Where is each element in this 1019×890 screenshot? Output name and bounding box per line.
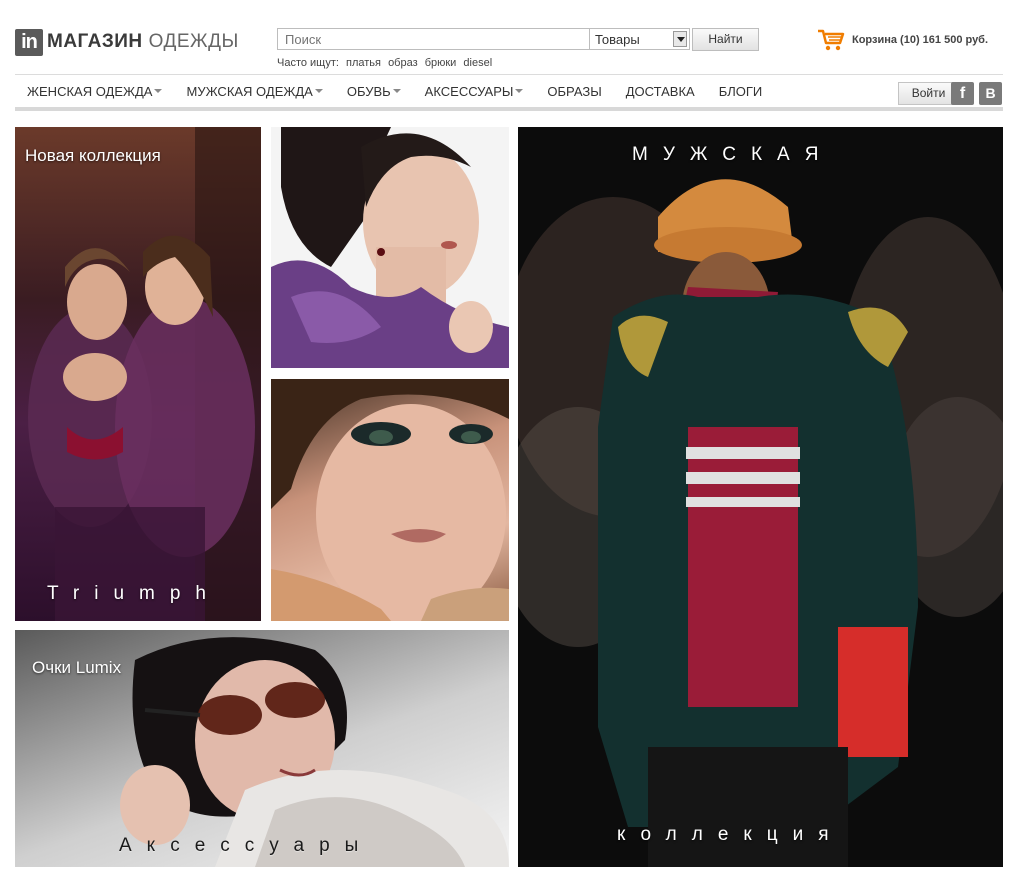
logo-word-clothes: ОДЕЖДЫ	[148, 31, 239, 52]
caret-down-icon	[392, 89, 401, 93]
popular-term[interactable]: diesel	[463, 57, 492, 69]
nav-item-men[interactable]: МУЖСКАЯ ОДЕЖДА	[186, 83, 323, 99]
promo-tile-makeup[interactable]	[271, 379, 509, 621]
popular-term[interactable]: образ	[388, 57, 418, 69]
cart-link[interactable]: Корзина (10) 161 500 руб.	[817, 28, 988, 52]
chevron-down-icon[interactable]	[673, 31, 687, 47]
popular-term[interactable]: брюки	[425, 57, 457, 69]
search-category-value: Товары	[595, 32, 640, 47]
promo-tile-glasses[interactable]: Очки Lumix Аксессуары	[15, 630, 509, 867]
site-logo[interactable]: in МАГАЗИН ОДЕЖДЫ	[15, 28, 239, 56]
search-category-select[interactable]: Товары	[590, 28, 690, 50]
nav-item-label: ЖЕНСКАЯ ОДЕЖДА	[27, 83, 153, 99]
tile-caption: Аксессуары	[119, 835, 374, 856]
shopping-cart-icon	[817, 28, 845, 52]
promo-tile-purple-scarf[interactable]	[271, 127, 509, 368]
tile-title: МУЖСКАЯ	[632, 144, 834, 165]
caret-down-icon	[154, 89, 163, 93]
tile-title: Новая коллекция	[25, 146, 161, 165]
tile-caption: коллекция	[617, 824, 844, 845]
caret-down-icon	[515, 89, 524, 93]
nav-item-delivery[interactable]: ДОСТАВКА	[626, 84, 695, 99]
woman-makeup-image	[271, 379, 509, 621]
nav-item-looks[interactable]: ОБРАЗЫ	[547, 84, 601, 99]
popular-searches: Часто ищут: платья образ брюки diesel	[277, 57, 496, 69]
nav-item-women[interactable]: ЖЕНСКАЯ ОДЕЖДА	[27, 83, 163, 99]
male-model-runway-image	[518, 127, 1003, 867]
nav-item-shoes[interactable]: ОБУВЬ	[347, 84, 401, 99]
popular-term[interactable]: платья	[346, 57, 381, 69]
search-button[interactable]: Найти	[692, 28, 759, 51]
facebook-icon[interactable]: f	[951, 82, 974, 105]
nav-item-label: ДОСТАВКА	[625, 83, 695, 99]
vkontakte-icon[interactable]: B	[979, 82, 1002, 105]
nav-item-label: АКСЕССУАРЫ	[424, 83, 514, 99]
nav-item-accessories[interactable]: АКСЕССУАРЫ	[425, 84, 524, 99]
main-nav: ЖЕНСКАЯ ОДЕЖДА МУЖСКАЯ ОДЕЖДА ОБУВЬ АКСЕ…	[15, 74, 1003, 111]
promo-tile-mens-collection[interactable]: МУЖСКАЯ коллекция	[518, 127, 1003, 867]
nav-item-label: МУЖСКАЯ ОДЕЖДА	[186, 83, 313, 99]
nav-item-label: БЛОГИ	[718, 83, 763, 99]
nav-item-label: ОБУВЬ	[346, 83, 391, 99]
woman-earring-image	[271, 127, 509, 368]
tile-title: Очки Lumix	[32, 658, 122, 677]
logo-badge: in	[15, 28, 43, 56]
popular-label: Часто ищут:	[277, 57, 339, 69]
nav-item-label: ОБРАЗЫ	[547, 83, 602, 99]
logo-word-shop: МАГАЗИН	[47, 31, 143, 52]
login-button[interactable]: Войти	[898, 82, 959, 105]
tile-caption: Triumph	[47, 583, 221, 604]
caret-down-icon	[314, 89, 323, 93]
models-lingerie-image	[28, 127, 261, 621]
cart-summary: Корзина (10) 161 500 руб.	[852, 34, 989, 46]
nav-item-blogs[interactable]: БЛОГИ	[719, 84, 763, 99]
promo-tile-new-collection[interactable]: Новая коллекция Triumph	[15, 127, 261, 621]
search-input[interactable]	[277, 28, 590, 50]
site-header: in МАГАЗИН ОДЕЖДЫ Товары Найти Часто ищу…	[0, 0, 1019, 74]
